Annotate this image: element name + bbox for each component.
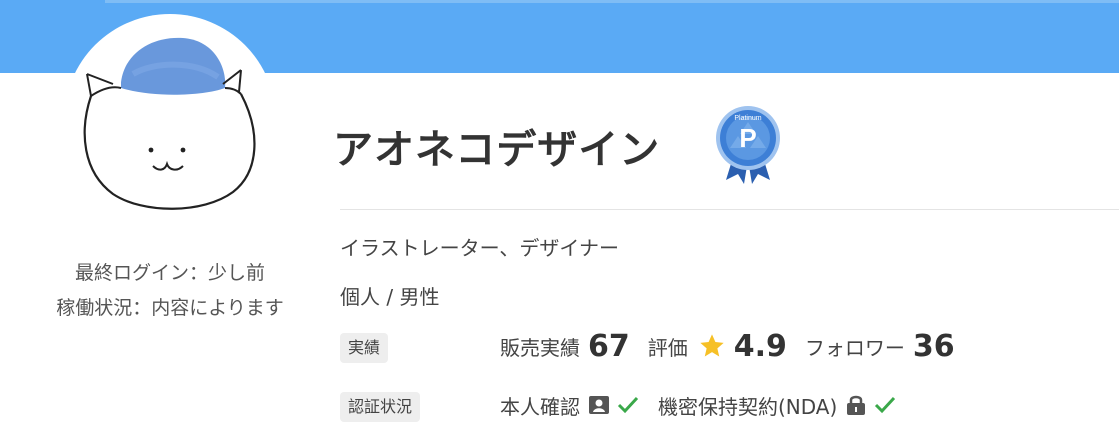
profile-name: アオネコデザイン	[333, 127, 661, 173]
rank-letter: P	[739, 123, 756, 153]
check-icon	[873, 393, 897, 417]
identity-verification-label: 本人確認	[500, 394, 580, 419]
cat-avatar-icon	[73, 22, 269, 218]
last-login: 最終ログイン：少し前	[74, 262, 265, 284]
stats-tag: 実績	[340, 333, 389, 363]
avatar[interactable]	[73, 22, 269, 218]
rank-label: Platinum	[734, 115, 761, 122]
availability-status: 稼働状況：内容によります	[56, 297, 284, 319]
sales-value: 67	[588, 328, 630, 364]
star-icon	[698, 332, 726, 360]
nda-label: 機密保持契約(NDA)	[658, 394, 838, 419]
rating-label[interactable]: 評価	[648, 332, 688, 361]
cover-banner-edge	[105, 0, 1119, 3]
check-icon	[616, 393, 640, 417]
sales-label: 販売実績	[500, 335, 580, 360]
lock-icon	[845, 394, 867, 416]
followers-value[interactable]: 36	[913, 329, 955, 364]
verification-tag: 認証状況	[340, 392, 421, 422]
followers-label[interactable]: フォロワー	[805, 332, 905, 361]
id-card-icon	[588, 394, 610, 416]
account-type: 個人 / 男性	[340, 285, 440, 309]
rating-value[interactable]: 4.9	[734, 329, 787, 364]
verification-row: 本人確認 機密保持契約(NDA)	[500, 388, 897, 422]
stats-row: 販売実績 67 評価 4.9 フォロワー 36	[500, 326, 955, 366]
occupation: イラストレーター、デザイナー	[340, 236, 619, 260]
header-divider	[340, 209, 1119, 210]
platinum-rank-icon[interactable]: P Platinum	[708, 104, 788, 184]
